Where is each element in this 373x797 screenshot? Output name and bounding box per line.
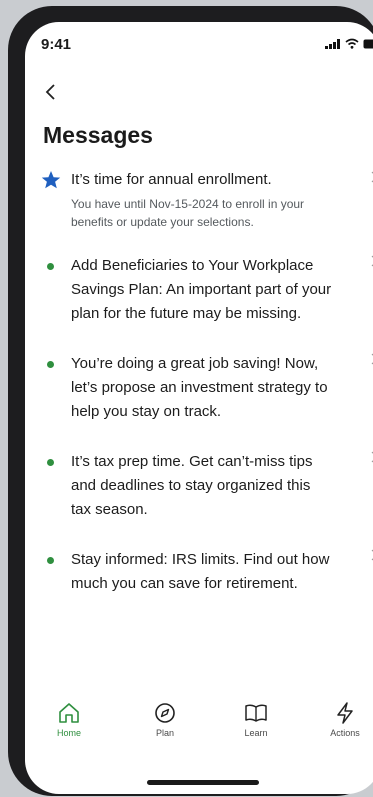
message-subtitle: You have until Nov-15-2024 to enroll in … (71, 197, 305, 211)
message-line: Stay informed: IRS limits. Find out how (71, 551, 330, 568)
tab-plan[interactable]: Plan (135, 702, 195, 738)
message-item-irs-limits[interactable]: Stay informed: IRS limits. Find out how … (25, 548, 373, 600)
back-chevron-icon[interactable] (39, 80, 63, 104)
bullet-dot (47, 459, 54, 466)
status-bar: 9:41 (25, 36, 373, 56)
tab-home[interactable]: Home (39, 702, 99, 738)
message-line: and deadlines to stay organized this (71, 477, 311, 494)
page-title: Messages (43, 122, 153, 148)
wifi-icon (345, 38, 359, 49)
message-line: plan for the future may be missing. (71, 305, 302, 322)
tab-label: Plan (155, 728, 174, 738)
chevron-right-icon (371, 451, 373, 463)
message-line: Savings Plan: An important part of your (71, 281, 332, 298)
message-item-investment-strategy[interactable]: You’re doing a great job saving! Now, le… (25, 352, 373, 428)
message-subtitle: benefits or update your selections. (71, 215, 254, 229)
message-item-annual-enrollment[interactable]: It’s time for annual enrollment. You hav… (25, 170, 373, 232)
message-line: Add Beneficiaries to Your Workplace (71, 257, 314, 274)
chevron-right-icon (371, 353, 373, 365)
home-icon (59, 703, 79, 723)
message-item-tax-prep[interactable]: It’s tax prep time. Get can’t-miss tips … (25, 450, 373, 526)
lightning-icon (337, 702, 353, 724)
message-line: let’s propose an investment strategy to (71, 379, 328, 396)
battery-icon (363, 39, 373, 48)
bullet-dot (47, 557, 54, 564)
message-title: It’s time for annual enrollment. (71, 171, 272, 188)
status-time: 9:41 (41, 36, 72, 53)
chevron-right-icon (371, 171, 373, 183)
bottom-tab-bar: Home Plan Learn Actions (25, 702, 373, 762)
status-icons (325, 38, 373, 49)
phone-screen: 9:41 Messages It’s time for annual enrol… (25, 22, 373, 794)
message-line: help you stay on track. (71, 403, 222, 420)
bullet-dot (47, 263, 54, 270)
message-item-beneficiaries[interactable]: Add Beneficiaries to Your Workplace Savi… (25, 254, 373, 330)
tab-label: Actions (330, 728, 360, 738)
bullet-dot (47, 361, 54, 368)
message-line: much you can save for retirement. (71, 575, 298, 592)
tab-label: Home (56, 728, 81, 738)
signal-icon (325, 38, 340, 49)
home-indicator (147, 780, 259, 785)
message-line: You’re doing a great job saving! Now, (71, 355, 319, 372)
message-line: tax season. (71, 501, 148, 518)
star-icon (41, 171, 61, 189)
chevron-right-icon (371, 549, 373, 561)
tab-learn[interactable]: Learn (226, 702, 286, 738)
tab-label: Learn (244, 728, 268, 738)
chevron-right-icon (371, 255, 373, 267)
compass-icon (155, 703, 175, 723)
tab-actions[interactable]: Actions (315, 702, 373, 738)
phone-frame: 9:41 Messages It’s time for annual enrol… (8, 6, 373, 796)
book-icon (245, 704, 267, 722)
message-line: It’s tax prep time. Get can’t-miss tips (71, 453, 313, 470)
